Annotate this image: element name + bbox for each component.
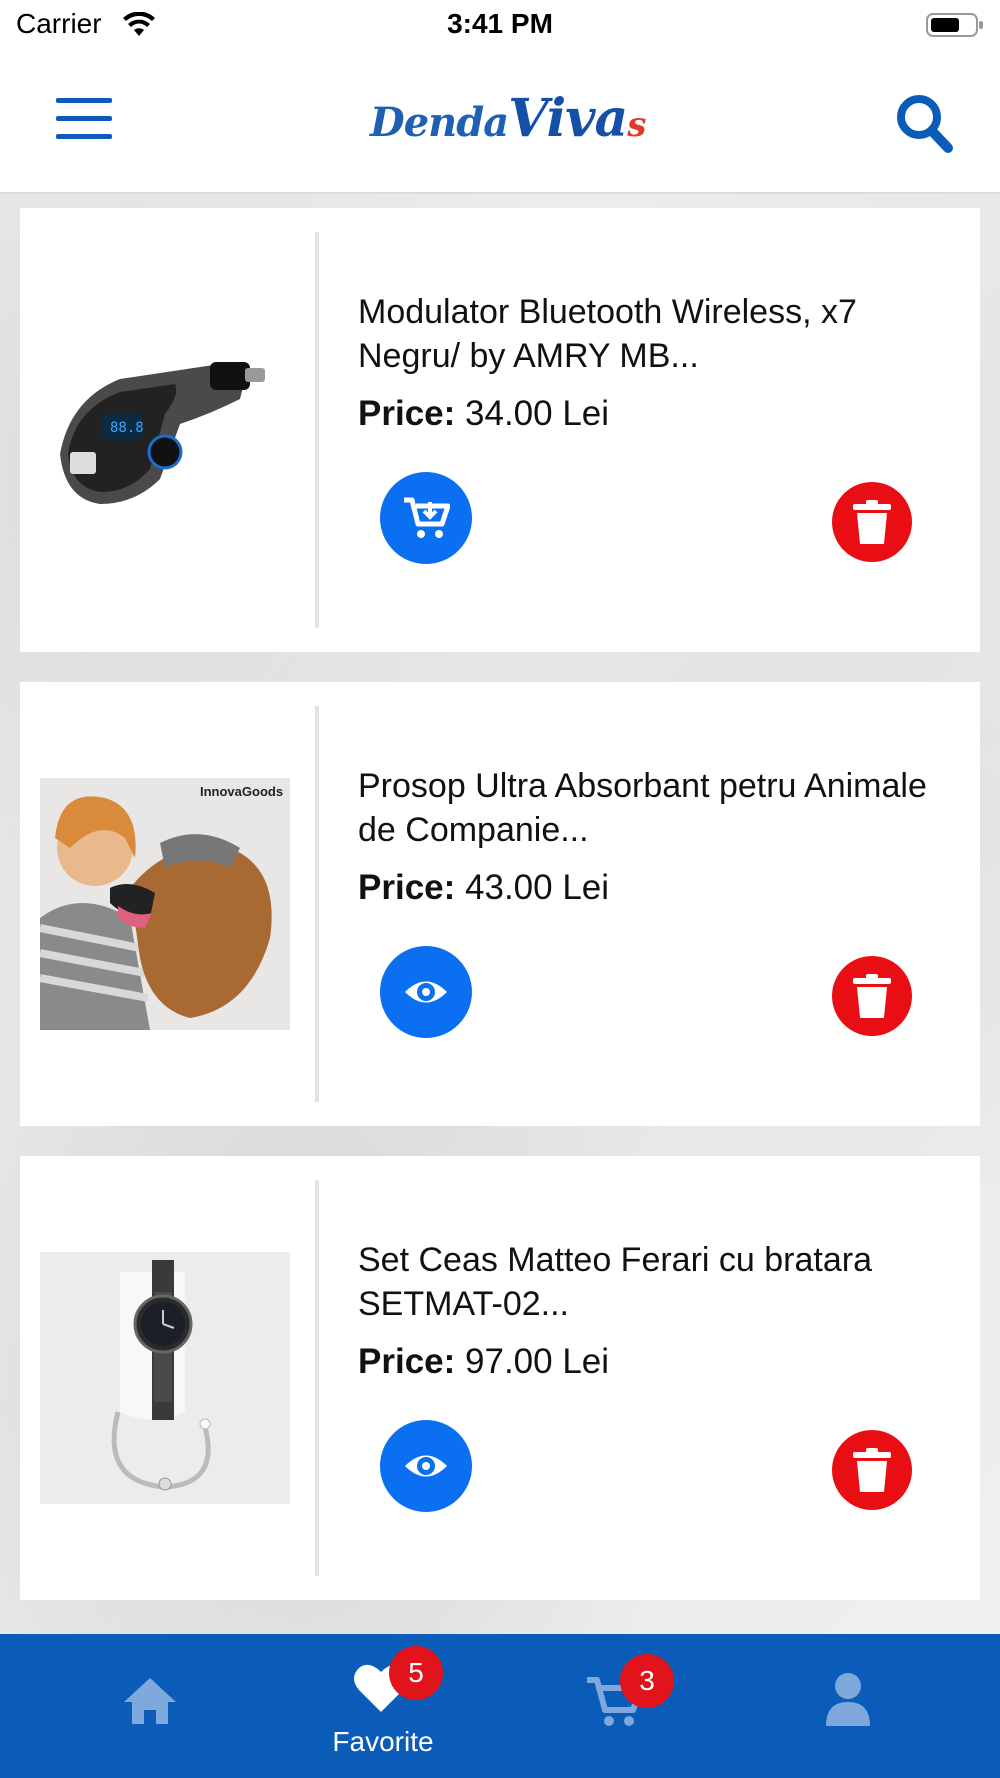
cart-download-icon xyxy=(404,497,450,538)
bottom-tab-bar: 5 Favorite 3 xyxy=(0,1634,1000,1778)
price-label: Price: xyxy=(358,868,456,907)
home-icon xyxy=(124,1678,176,1724)
favorites-list: 88.8 Modulator Bluetooth Wireless, x7 Ne… xyxy=(20,208,980,1630)
favorite-item: InnovaGoods Prosop Ultra Absorbant petru… xyxy=(20,682,980,1126)
trash-icon xyxy=(853,500,891,544)
eye-icon xyxy=(405,1455,447,1477)
tab-cart[interactable]: 3 xyxy=(515,1634,715,1778)
product-price: Price: 34.00 Lei xyxy=(358,394,609,434)
logo-text-viva: Viva xyxy=(508,88,628,149)
clock: 3:41 PM xyxy=(447,8,553,39)
tab-profile[interactable] xyxy=(746,1634,946,1778)
price-value: 34.00 Lei xyxy=(465,394,610,433)
menu-bar xyxy=(56,98,112,103)
price-value: 43.00 Lei xyxy=(465,868,610,907)
trash-icon xyxy=(853,1448,891,1492)
delete-button[interactable] xyxy=(832,1430,912,1510)
delete-button[interactable] xyxy=(832,956,912,1036)
product-image-bluetooth-modulator[interactable]: 88.8 xyxy=(40,304,290,556)
trash-icon xyxy=(853,974,891,1018)
logo-text-denda: Denda xyxy=(370,99,509,146)
price-label: Price: xyxy=(358,1342,456,1381)
tab-home[interactable] xyxy=(50,1634,250,1778)
app-logo: DendaVivas xyxy=(370,88,646,158)
battery-icon xyxy=(926,13,983,37)
menu-bar xyxy=(56,116,112,121)
eye-icon xyxy=(405,981,447,1003)
app-header: DendaVivas xyxy=(0,52,1000,194)
status-bar: Carrier 3:41 PM xyxy=(0,0,1000,52)
card-divider xyxy=(315,706,319,1102)
cart-count-badge: 3 xyxy=(620,1654,674,1708)
view-product-button[interactable] xyxy=(380,1420,472,1512)
product-price: Price: 97.00 Lei xyxy=(358,1342,609,1382)
card-divider xyxy=(315,1180,319,1576)
logo-text-s: s xyxy=(627,105,646,145)
product-image-watch-set[interactable] xyxy=(40,1252,290,1504)
search-icon[interactable] xyxy=(894,92,954,154)
add-to-cart-button[interactable] xyxy=(380,472,472,564)
user-icon xyxy=(826,1673,870,1726)
image-brand-text: InnovaGoods xyxy=(200,784,283,799)
price-label: Price: xyxy=(358,394,456,433)
favorite-item: 88.8 Modulator Bluetooth Wireless, x7 Ne… xyxy=(20,208,980,652)
tab-favorite[interactable]: 5 Favorite xyxy=(283,1634,483,1778)
product-title[interactable]: Prosop Ultra Absorbant petru Animale de … xyxy=(358,764,958,852)
favorite-item: Set Ceas Matteo Ferari cu bratara SETMAT… xyxy=(20,1156,980,1600)
view-product-button[interactable] xyxy=(380,946,472,1038)
card-divider xyxy=(315,232,319,628)
product-price: Price: 43.00 Lei xyxy=(358,868,609,908)
product-title[interactable]: Set Ceas Matteo Ferari cu bratara SETMAT… xyxy=(358,1238,958,1326)
delete-button[interactable] xyxy=(832,482,912,562)
product-title[interactable]: Modulator Bluetooth Wireless, x7 Negru/ … xyxy=(358,290,958,378)
svg-text:88.8: 88.8 xyxy=(110,420,144,436)
price-value: 97.00 Lei xyxy=(465,1342,610,1381)
favorites-count-badge: 5 xyxy=(389,1646,443,1700)
product-image-pet-towel[interactable]: InnovaGoods xyxy=(40,778,290,1030)
tab-favorite-label: Favorite xyxy=(332,1726,434,1757)
menu-button[interactable] xyxy=(56,98,112,142)
menu-bar xyxy=(56,134,112,139)
